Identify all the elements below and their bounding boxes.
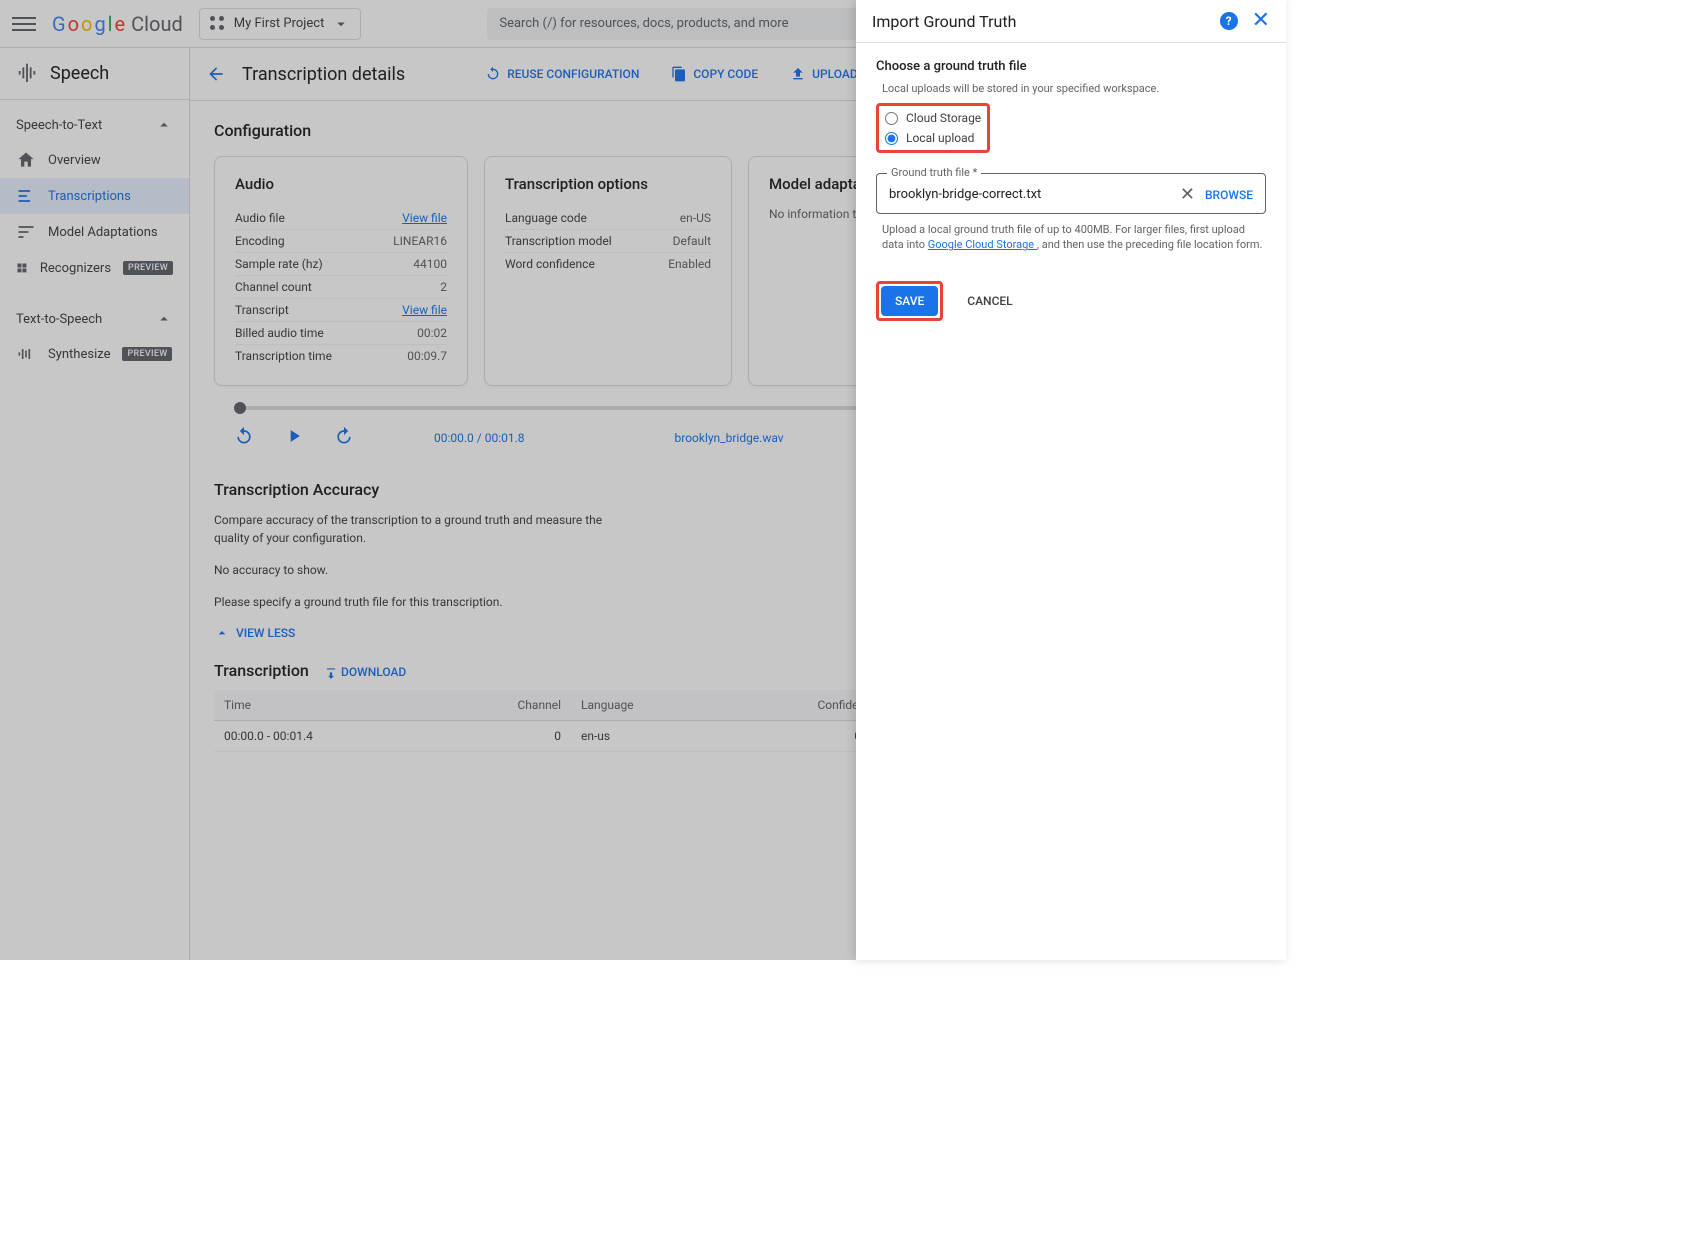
help-icon[interactable]: ?	[1220, 12, 1238, 30]
helper-text: Local uploads will be stored in your spe…	[882, 82, 1266, 95]
close-icon[interactable]: ✕	[1252, 10, 1270, 32]
choose-file-label: Choose a ground truth file	[876, 59, 1266, 74]
panel-body: Choose a ground truth file Local uploads…	[856, 43, 1286, 337]
radio-local-input[interactable]	[885, 132, 898, 145]
panel-title: Import Ground Truth	[872, 12, 1016, 31]
clear-icon[interactable]: ✕	[1180, 184, 1195, 205]
radio-cloud-storage[interactable]: Cloud Storage	[883, 108, 983, 128]
source-radio-group: Cloud Storage Local upload	[876, 103, 990, 153]
import-ground-truth-panel: Import Ground Truth ? ✕ Choose a ground …	[856, 0, 1286, 960]
save-button[interactable]: SAVE	[881, 286, 938, 316]
radio-cloud-input[interactable]	[885, 112, 898, 125]
upload-help-text: Upload a local ground truth file of up t…	[882, 222, 1266, 253]
radio-local-label: Local upload	[906, 131, 974, 145]
field-legend: Ground truth file *	[887, 166, 981, 179]
ground-truth-field: Ground truth file * ✕ BROWSE	[876, 173, 1266, 214]
browse-button[interactable]: BROWSE	[1205, 188, 1253, 202]
save-highlight: SAVE	[876, 281, 943, 321]
radio-local-upload[interactable]: Local upload	[883, 128, 983, 148]
radio-cloud-label: Cloud Storage	[906, 111, 981, 125]
panel-actions: SAVE CANCEL	[876, 281, 1266, 321]
gcs-link[interactable]: Google Cloud Storage	[928, 238, 1037, 251]
panel-header: Import Ground Truth ? ✕	[856, 0, 1286, 43]
ground-truth-input[interactable]	[889, 187, 1170, 202]
cancel-button[interactable]: CANCEL	[955, 286, 1024, 316]
